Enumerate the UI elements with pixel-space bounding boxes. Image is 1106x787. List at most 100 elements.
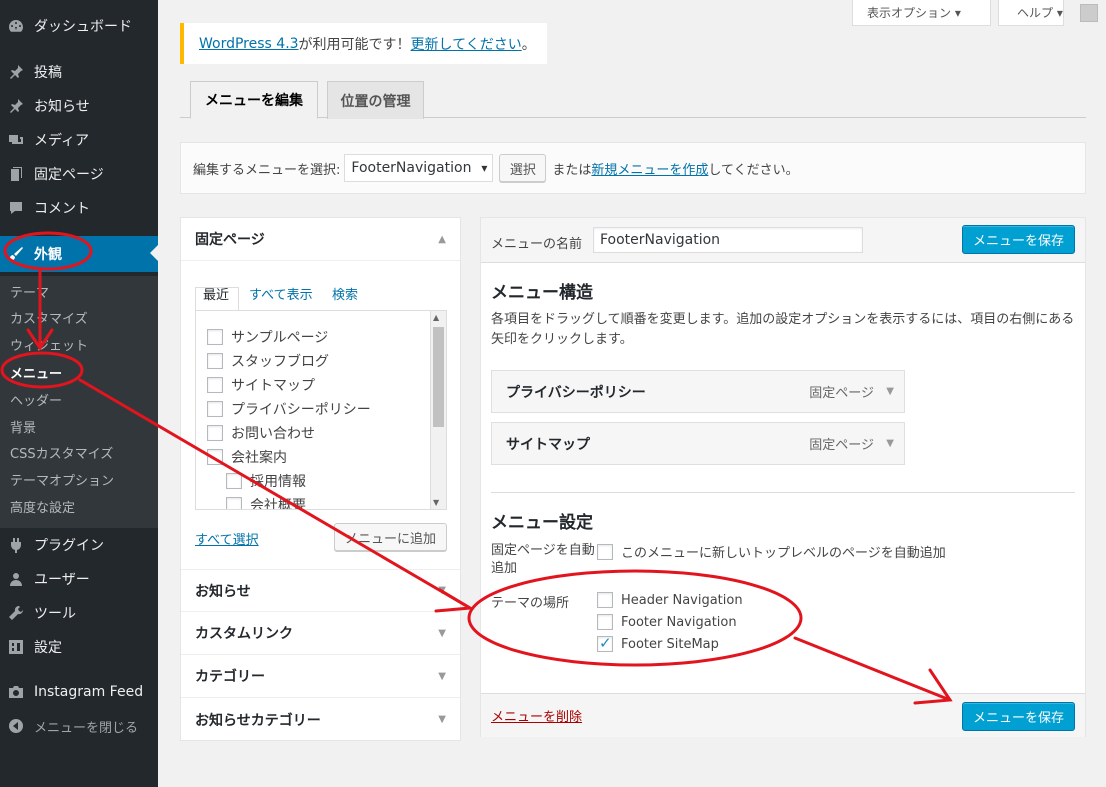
page-icon — [8, 166, 24, 182]
sidebar-item-dashboard[interactable]: ダッシュボード — [0, 9, 158, 43]
tab-edit-menus[interactable]: メニューを編集 — [190, 81, 318, 119]
section-categories-header[interactable]: カテゴリー ▼ — [181, 655, 460, 698]
update-notice: WordPress 4.3 が利用可能です！ 更新してください 。 — [180, 23, 547, 64]
sidebar-item-label: メディア — [34, 133, 90, 149]
save-menu-button-top[interactable]: メニューを保存 — [962, 225, 1075, 254]
tab-manage-locations[interactable]: 位置の管理 — [327, 81, 424, 119]
section-title: お知らせ — [195, 583, 251, 600]
sidebar-item-posts[interactable]: 投稿 — [0, 55, 158, 89]
checkbox[interactable] — [207, 425, 223, 441]
list-item-label: スタッフブログ — [231, 354, 329, 370]
auto-add-option[interactable]: このメニューに新しいトップレベルのページを自動追加 — [597, 542, 946, 561]
wordpress-version-link[interactable]: WordPress 4.3 — [199, 36, 299, 52]
section-title: お知らせカテゴリー — [195, 712, 321, 729]
checkbox[interactable] — [597, 614, 613, 630]
sidebar-item-news[interactable]: お知らせ — [0, 89, 158, 123]
sidebar-item-instagram-feed[interactable]: Instagram Feed — [0, 675, 158, 709]
tab-view-all[interactable]: すべて表示 — [249, 284, 313, 303]
submenu-item-menus[interactable]: メニュー — [10, 363, 62, 382]
sidebar-item-appearance[interactable]: 外観 — [0, 236, 158, 272]
section-pages-header[interactable]: 固定ページ ▲ — [181, 218, 460, 261]
checkbox[interactable] — [226, 497, 242, 509]
menu-select-dropdown[interactable]: FooterNavigation — [344, 154, 494, 182]
submenu-item-themes[interactable]: テーマ — [10, 282, 49, 301]
checkbox[interactable] — [207, 401, 223, 417]
section-title: 固定ページ — [195, 232, 265, 248]
delete-menu-link[interactable]: メニューを削除 — [491, 706, 582, 725]
submenu-item-theme-options[interactable]: テーマオプション — [10, 470, 114, 489]
list-item[interactable]: プライバシーポリシー — [207, 399, 371, 419]
sidebar-item-tools[interactable]: ツール — [0, 596, 158, 630]
save-menu-button-bottom[interactable]: メニューを保存 — [962, 702, 1075, 731]
location-label: Footer SiteMap — [621, 636, 719, 652]
brush-icon — [8, 246, 24, 262]
checkbox[interactable] — [207, 377, 223, 393]
sidebar-item-label: お知らせ — [34, 99, 90, 115]
tab-search[interactable]: 検索 — [332, 284, 358, 303]
help-button[interactable]: ヘルプ ▾ — [998, 0, 1064, 26]
collapse-menu-button[interactable]: メニューを閉じる — [0, 709, 158, 743]
section-title: カスタムリンク — [195, 626, 293, 642]
screen-options-button[interactable]: 表示オプション ▾ — [852, 0, 991, 26]
checkbox[interactable] — [207, 353, 223, 369]
sidebar-item-label: 投稿 — [34, 65, 62, 81]
list-item-label: お問い合わせ — [231, 426, 315, 442]
checkbox[interactable] — [597, 592, 613, 608]
plugin-icon — [8, 537, 24, 553]
select-button[interactable]: 選択 — [499, 154, 547, 182]
submenu-item-advanced[interactable]: 高度な設定 — [10, 497, 75, 516]
list-item[interactable]: 会社概要 — [226, 495, 306, 509]
location-footer-navigation[interactable]: Footer Navigation — [597, 614, 737, 630]
select-all-link[interactable]: すべて選択 — [195, 529, 259, 548]
nav-tabs: メニューを編集 位置の管理 — [180, 81, 1086, 119]
list-item[interactable]: スタッフブログ — [207, 351, 329, 371]
list-item[interactable]: 会社案内 — [207, 447, 287, 467]
sidebar-item-users[interactable]: ユーザー — [0, 562, 158, 596]
sidebar-item-comments[interactable]: コメント — [0, 191, 158, 225]
menu-item-privacy[interactable]: プライバシーポリシー 固定ページ ▼ — [491, 370, 905, 413]
sidebar-item-label: ユーザー — [34, 572, 90, 588]
list-item[interactable]: 採用情報 — [226, 471, 306, 491]
submenu-item-css-customize[interactable]: CSSカスタマイズ — [10, 443, 113, 462]
sidebar-item-label: Instagram Feed — [34, 684, 144, 700]
list-item[interactable]: サイトマップ — [207, 375, 315, 395]
checkbox[interactable] — [207, 329, 223, 345]
section-news-categories-header[interactable]: お知らせカテゴリー ▼ — [181, 698, 460, 741]
submenu-item-customize[interactable]: カスタマイズ — [10, 308, 88, 327]
avatar[interactable] — [1080, 4, 1098, 22]
sidebar-item-settings[interactable]: 設定 — [0, 630, 158, 664]
sidebar-item-media[interactable]: メディア — [0, 123, 158, 157]
sidebar-item-label: 設定 — [34, 640, 62, 656]
menu-select-bar: 編集するメニューを選択: FooterNavigation 選択 または 新規メ… — [180, 142, 1086, 194]
list-item[interactable]: お問い合わせ — [207, 423, 315, 443]
section-custom-links-header[interactable]: カスタムリンク ▼ — [181, 612, 460, 655]
create-menu-link[interactable]: 新規メニューを作成 — [591, 159, 708, 178]
checkbox[interactable] — [597, 543, 613, 560]
sidebar-item-label: ツール — [34, 606, 76, 622]
location-footer-sitemap[interactable]: Footer SiteMap — [597, 634, 719, 652]
menu-edit-panel: メニューの名前 FooterNavigation メニューを保存 メニュー構造 … — [480, 217, 1086, 737]
checkbox[interactable] — [597, 634, 613, 652]
checkbox[interactable] — [226, 473, 242, 489]
update-link[interactable]: 更新してください — [411, 34, 522, 54]
submenu-item-background[interactable]: 背景 — [10, 417, 36, 436]
submenu-item-header[interactable]: ヘッダー — [10, 390, 62, 409]
section-news-header[interactable]: お知らせ ▼ — [181, 569, 460, 612]
tab-most-recent[interactable]: 最近 — [203, 284, 229, 303]
menu-item-title: プライバシーポリシー — [506, 384, 646, 401]
chevron-down-icon[interactable]: ▼ — [886, 386, 894, 397]
list-item-label: 会社案内 — [231, 450, 287, 466]
submenu-item-widgets[interactable]: ウィジェット — [10, 335, 88, 354]
sidebar-item-plugins[interactable]: プラグイン — [0, 528, 158, 562]
location-header-navigation[interactable]: Header Navigation — [597, 592, 743, 608]
menu-item-sitemap[interactable]: サイトマップ 固定ページ ▼ — [491, 422, 905, 465]
list-item[interactable]: サンプルページ — [207, 327, 328, 347]
chevron-down-icon[interactable]: ▼ — [886, 438, 894, 449]
menu-name-input[interactable]: FooterNavigation — [593, 227, 863, 253]
menu-name-label: メニューの名前 — [491, 237, 583, 252]
sidebar-item-pages[interactable]: 固定ページ — [0, 157, 158, 191]
checkbox[interactable] — [207, 449, 223, 465]
section-title: カテゴリー — [195, 669, 265, 685]
add-to-menu-button[interactable]: メニューに追加 — [334, 523, 447, 551]
scrollbar[interactable]: ▲ ▼ — [430, 311, 446, 509]
